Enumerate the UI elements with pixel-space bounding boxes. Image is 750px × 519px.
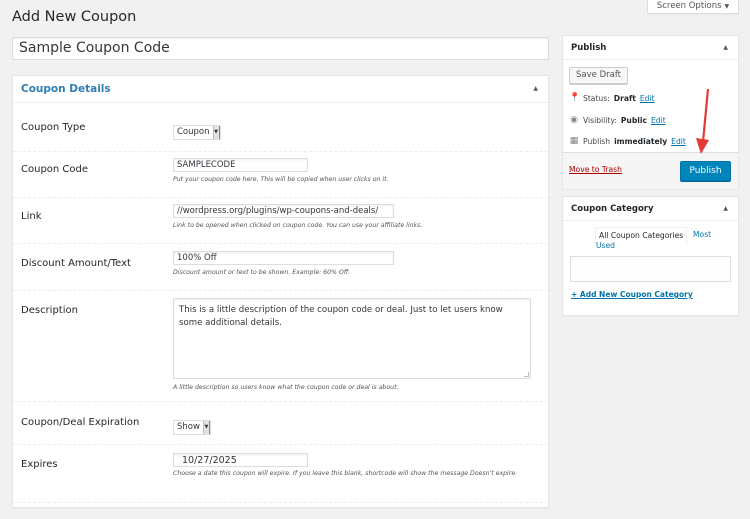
- category-checklist[interactable]: [570, 256, 731, 282]
- edit-status-link[interactable]: Edit: [640, 94, 655, 103]
- category-title: Coupon Category: [571, 204, 654, 214]
- description-hint: A little description so users know what …: [173, 384, 399, 391]
- link-hint: Link to be opened when clicked on coupon…: [173, 222, 423, 229]
- status-row: 📍 Status: Draft Edit: [569, 93, 655, 103]
- discount-label: Discount Amount/Text: [21, 258, 131, 269]
- coupon-details-box: Coupon Details ▲ Coupon Type Coupon ▼ Co…: [12, 75, 549, 508]
- visibility-row: ◉ Visibility: Public Edit: [569, 115, 666, 125]
- coupon-category-box: Coupon Category ▲ All Coupon Categories …: [562, 196, 739, 316]
- status-label: Status:: [583, 93, 610, 103]
- field-row-link: Link //wordpress.org/plugins/wp-coupons-…: [13, 198, 548, 244]
- publish-box: Publish ▲ Save Draft 📍 Status: Draft Edi…: [562, 35, 739, 189]
- caret-down-icon: ▼: [724, 3, 730, 10]
- expires-label: Expires: [21, 459, 58, 470]
- coupon-type-select[interactable]: Coupon ▼: [173, 124, 221, 140]
- red-arrow-annotation: [696, 88, 710, 154]
- calendar-icon: ▦: [569, 136, 579, 146]
- coupon-type-label: Coupon Type: [21, 122, 86, 133]
- collapse-icon[interactable]: ▲: [723, 44, 728, 51]
- coupon-code-label: Coupon Code: [21, 164, 89, 175]
- arrow-shaft: [701, 88, 710, 143]
- expires-date-input[interactable]: 10/27/2025: [173, 453, 308, 467]
- field-row-expires: Expires 10/27/2025 Choose a date this co…: [13, 445, 548, 503]
- publish-button[interactable]: Publish: [680, 161, 731, 181]
- description-value: This is a little description of the coup…: [179, 305, 503, 328]
- collapse-icon[interactable]: ▲: [723, 205, 728, 212]
- save-draft-button[interactable]: Save Draft: [569, 67, 628, 84]
- category-header[interactable]: Coupon Category ▲: [563, 197, 738, 221]
- edit-visibility-link[interactable]: Edit: [651, 116, 666, 125]
- resize-handle-icon[interactable]: [524, 372, 529, 377]
- expiration-select[interactable]: Show ▼: [173, 419, 211, 435]
- coupon-details-header[interactable]: Coupon Details ▲: [13, 76, 548, 103]
- coupon-type-value: Coupon: [177, 127, 210, 137]
- screen-options-label: Screen Options: [656, 1, 722, 11]
- field-row-expiration: Coupon/Deal Expiration Show ▼: [13, 402, 548, 445]
- add-new-category-link[interactable]: + Add New Coupon Category: [571, 290, 693, 299]
- field-row-discount: Discount Amount/Text 100% Off Discount a…: [13, 244, 548, 291]
- tab-most-used[interactable]: Most: [693, 229, 711, 241]
- schedule-value: immediately: [614, 136, 668, 146]
- publish-header[interactable]: Publish ▲: [563, 36, 738, 60]
- field-row-coupon-type: Coupon Type Coupon ▼: [13, 104, 548, 152]
- eye-icon: ◉: [570, 115, 578, 125]
- schedule-label: Publish: [583, 136, 611, 146]
- status-value: Draft: [613, 93, 636, 103]
- discount-hint: Discount amount or text to be shown. Exa…: [173, 269, 351, 276]
- collapse-icon[interactable]: ▲: [533, 85, 538, 92]
- schedule-row: ▦ Publish immediately Edit: [569, 136, 686, 146]
- expires-hint: Choose a date this coupon will expire. I…: [173, 470, 518, 477]
- expiration-label: Coupon/Deal Expiration: [21, 417, 140, 428]
- tab-most-used-cont[interactable]: Used: [596, 240, 615, 252]
- coupon-code-input[interactable]: SAMPLECODE: [173, 158, 308, 172]
- coupon-details-title: Coupon Details: [21, 83, 111, 95]
- post-title-input[interactable]: Sample Coupon Code: [12, 37, 549, 60]
- arrow-head: [696, 138, 709, 154]
- publish-title: Publish: [571, 43, 607, 53]
- discount-input[interactable]: 100% Off: [173, 251, 394, 265]
- description-textarea[interactable]: This is a little description of the coup…: [173, 298, 531, 379]
- coupon-code-hint: Put your coupon code here. This will be …: [173, 176, 389, 183]
- visibility-value: Public: [620, 115, 647, 125]
- edit-schedule-link[interactable]: Edit: [671, 137, 686, 146]
- link-input[interactable]: //wordpress.org/plugins/wp-coupons-and-d…: [173, 204, 394, 218]
- pin-icon: 📍: [569, 93, 581, 103]
- screen-options-button[interactable]: Screen Options ▼: [647, 0, 739, 14]
- link-label: Link: [21, 211, 42, 222]
- field-row-description: Description This is a little description…: [13, 291, 548, 402]
- visibility-label: Visibility:: [583, 115, 617, 125]
- dropdown-arrow-icon: ▼: [212, 125, 220, 139]
- page-title: Add New Coupon: [12, 9, 137, 25]
- dropdown-arrow-icon: ▼: [202, 420, 210, 434]
- description-label: Description: [21, 305, 78, 316]
- field-row-coupon-code: Coupon Code SAMPLECODE Put your coupon c…: [13, 152, 548, 198]
- expiration-value: Show: [177, 422, 200, 432]
- move-to-trash-link[interactable]: Move to Trash: [569, 165, 622, 174]
